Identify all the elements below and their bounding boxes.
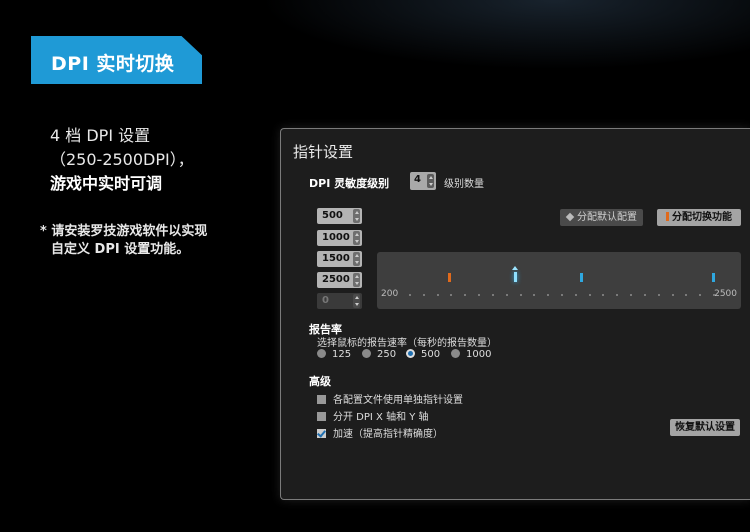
separate-xy-dpi-checkbox[interactable]: 分开 DPI X 轴和 Y 轴	[317, 408, 429, 423]
checkbox-label: 加速（提高指针精确度）	[333, 429, 443, 440]
checkbox-icon[interactable]	[317, 395, 326, 404]
report-rate-option-500[interactable]: 500	[406, 349, 440, 360]
slider-tick	[671, 294, 674, 296]
dpi-level-2-field[interactable]: 1000	[317, 230, 362, 246]
levels-count-label: 级别数量	[444, 179, 484, 190]
checkbox-label: 各配置文件使用单独指针设置	[333, 395, 463, 406]
slider-min-label: 200	[381, 289, 399, 299]
slider-tick	[422, 294, 425, 296]
dpi-level-3-field[interactable]: 1500	[317, 251, 362, 267]
checkbox-checked-icon[interactable]	[317, 429, 326, 438]
dpi-banner: DPI 实时切换	[31, 36, 202, 84]
slider-tick	[616, 294, 619, 296]
report-rate-option-250[interactable]: 250	[362, 349, 396, 360]
slider-tick	[436, 294, 439, 296]
dpi-sensitivity-label: DPI 灵敏度级别	[309, 177, 390, 190]
slider-tick	[630, 294, 633, 296]
radio-icon[interactable]	[362, 349, 371, 358]
advanced-heading: 高级	[309, 375, 331, 388]
slider-tick	[561, 294, 563, 296]
spinner-arrows-icon[interactable]	[353, 231, 360, 245]
feature-line-3: 游戏中实时可调	[50, 174, 163, 193]
dpi-level-1-value: 500	[322, 210, 343, 221]
report-rate-option-label: 125	[332, 349, 352, 360]
assign-default-label: 分配默认配置	[577, 212, 637, 223]
assign-shift-button[interactable]: 分配切换功能	[657, 209, 741, 226]
spinner-arrows-icon[interactable]	[353, 252, 360, 266]
diamond-icon	[565, 212, 575, 222]
checkbox-label: 分开 DPI X 轴和 Y 轴	[333, 412, 429, 423]
report-rate-option-125[interactable]: 125	[317, 349, 351, 360]
dpi-level-3-value: 1500	[322, 253, 350, 264]
dpi-slider[interactable]: 200 2500	[377, 252, 741, 309]
slider-tick	[699, 294, 702, 296]
dpi-marker-2500[interactable]	[712, 273, 715, 282]
slider-tick	[519, 294, 522, 296]
slider-tick	[602, 294, 605, 296]
slider-tick	[574, 294, 577, 296]
checkbox-icon[interactable]	[317, 412, 326, 421]
slider-tick	[505, 294, 508, 296]
feature-line-2: （250-2500DPI），	[50, 150, 194, 169]
per-profile-pointer-checkbox[interactable]: 各配置文件使用单独指针设置	[317, 391, 463, 406]
slider-tick	[657, 294, 660, 296]
spinner-arrows-icon[interactable]	[353, 273, 360, 287]
levels-count-stepper[interactable]: 4	[410, 172, 436, 190]
panel-title: 指针设置	[293, 143, 354, 161]
assign-default-button[interactable]: 分配默认配置	[560, 209, 643, 226]
slider-tick	[464, 294, 467, 296]
restore-defaults-button[interactable]: 恢复默认设置	[670, 419, 740, 436]
radio-icon[interactable]	[451, 349, 460, 358]
slider-tick	[643, 294, 646, 296]
slider-tick	[409, 294, 411, 296]
dpi-level-4-value: 2500	[322, 274, 350, 285]
default-marker-icon	[512, 266, 519, 270]
report-rate-description: 选择鼠标的报告速率（每秒的报告数量）	[317, 338, 497, 349]
slider-tick	[713, 294, 715, 296]
spinner-arrows-icon[interactable]	[427, 174, 434, 188]
note-line-1: * 请安装罗技游戏软件以实现	[40, 224, 208, 239]
report-rate-option-label: 1000	[466, 349, 492, 360]
dpi-level-5-value: 0	[322, 295, 329, 306]
dpi-marker-1500[interactable]	[579, 273, 583, 282]
dpi-marker-1000[interactable]	[513, 272, 517, 282]
report-rate-option-label: 500	[421, 349, 441, 360]
banner-title: DPI 实时切换	[51, 53, 175, 75]
radio-icon[interactable]	[317, 349, 326, 358]
dpi-marker-500[interactable]	[447, 273, 451, 282]
report-rate-option-1000[interactable]: 1000	[451, 349, 491, 360]
spinner-arrows-icon	[353, 294, 360, 308]
feature-text: 4 档 DPI 设置 （250-2500DPI）， 游戏中实时可调	[50, 124, 194, 196]
pointer-settings-panel: 指针设置 DPI 灵敏度级别 4 级别数量 500 1000 1500 2500…	[280, 128, 750, 500]
acceleration-checkbox[interactable]: 加速（提高指针精确度）	[317, 425, 443, 440]
slider-tick	[478, 294, 481, 296]
feature-line-1: 4 档 DPI 设置	[50, 126, 151, 145]
assign-shift-label: 分配切换功能	[672, 212, 732, 223]
top-glow	[260, 0, 750, 70]
report-rate-option-label: 250	[377, 349, 397, 360]
dpi-level-2-value: 1000	[322, 232, 350, 243]
dpi-level-4-field[interactable]: 2500	[317, 272, 362, 288]
shift-marker-icon	[666, 212, 669, 221]
slider-max-label: 2500	[714, 289, 737, 299]
slider-tick	[450, 294, 453, 296]
slider-tick	[588, 294, 591, 296]
software-note: * 请安装罗技游戏软件以实现 自定义 DPI 设置功能。	[40, 223, 207, 259]
levels-count-value: 4	[414, 174, 421, 185]
note-line-2: 自定义 DPI 设置功能。	[51, 242, 190, 257]
dpi-level-5-field: 0	[317, 293, 362, 309]
slider-tick	[491, 294, 494, 296]
slider-tick	[685, 294, 688, 296]
radio-selected-icon[interactable]	[406, 349, 415, 358]
dpi-level-1-field[interactable]: 500	[317, 208, 362, 224]
slider-tick	[547, 294, 550, 296]
slider-tick	[533, 294, 536, 296]
spinner-arrows-icon[interactable]	[353, 209, 360, 223]
